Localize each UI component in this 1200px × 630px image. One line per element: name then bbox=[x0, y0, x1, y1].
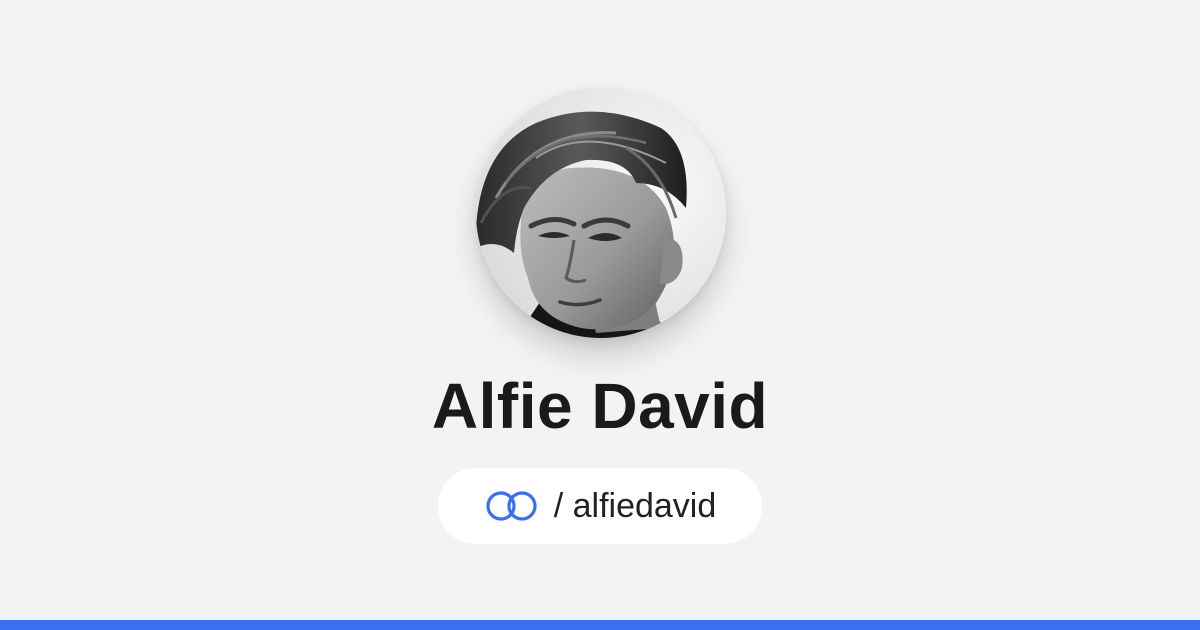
profile-name: Alfie David bbox=[431, 370, 769, 442]
link-rings-icon bbox=[484, 489, 542, 523]
profile-card: Alfie David / alfiedavid bbox=[0, 0, 1200, 630]
accent-bar bbox=[0, 620, 1200, 630]
avatar-photo bbox=[476, 88, 726, 338]
avatar[interactable] bbox=[476, 88, 726, 338]
profile-handle-link[interactable]: / alfiedavid bbox=[438, 468, 762, 544]
profile-handle: / alfiedavid bbox=[553, 486, 717, 525]
